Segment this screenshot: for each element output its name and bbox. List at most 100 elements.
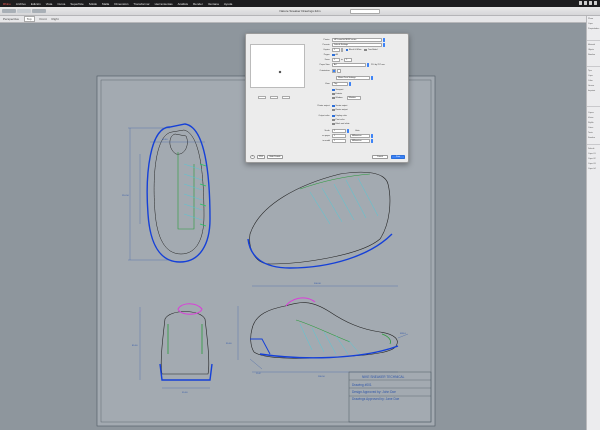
raster-output-radio[interactable] <box>332 108 335 112</box>
menu-window[interactable]: Ventana <box>208 2 219 6</box>
print-section-select[interactable]: Rhino Print Settings <box>336 76 370 80</box>
section-dropdown-icon[interactable] <box>370 76 373 80</box>
dim-heel-radius: R20.0 <box>400 333 407 335</box>
apple-menu[interactable]: Rhino <box>3 2 11 6</box>
layer-item[interactable]: Capa 02 <box>588 158 596 160</box>
tab-perspective[interactable]: Perspectiva <box>3 17 19 21</box>
menu-mesh[interactable]: Malla <box>102 2 109 6</box>
tab-front[interactable]: Front <box>40 17 47 21</box>
paper-dropdown-icon[interactable] <box>366 63 369 67</box>
panel-label[interactable]: Material <box>588 44 595 46</box>
next-page-button[interactable] <box>282 96 290 99</box>
to-input[interactable]: 1 <box>344 58 353 62</box>
extents-radio[interactable] <box>332 92 335 96</box>
panel-label[interactable]: Vistas <box>588 117 593 119</box>
scale-select[interactable]: 1 <box>332 129 346 133</box>
printer-select[interactable]: HP LaserJet M402 series <box>332 38 382 42</box>
tab-right[interactable]: Right <box>52 17 59 21</box>
paper-units-select[interactable]: Millimeters <box>350 134 370 138</box>
pages-all-radio[interactable] <box>332 53 335 57</box>
paper-units-dropdown-icon[interactable] <box>370 134 373 138</box>
hide-details-button[interactable]: Hide Details <box>267 155 283 159</box>
panel-label[interactable]: Plano <box>588 18 593 20</box>
black-white-radio[interactable] <box>332 122 335 126</box>
prev-page-button[interactable] <box>258 96 266 99</box>
panel-label[interactable]: Color <box>588 80 593 82</box>
presets-dropdown-icon[interactable] <box>382 43 385 47</box>
panel-label[interactable]: Capa <box>588 23 593 25</box>
panel-label[interactable]: Objeto <box>588 49 594 51</box>
panel-label[interactable]: Cotas <box>588 127 593 129</box>
orientation-label: Orientation: <box>319 70 330 72</box>
command-search-field[interactable] <box>350 9 380 14</box>
panel-label[interactable]: Tipo <box>588 70 592 72</box>
view-select[interactable]: Top <box>332 82 348 86</box>
raster-output-label: Raster output <box>335 109 348 111</box>
panel-label[interactable]: Propiedades <box>588 28 599 30</box>
print-button[interactable]: Print <box>391 155 405 159</box>
from-input[interactable]: 1 <box>332 58 340 62</box>
menu-view[interactable]: Vista <box>46 2 53 6</box>
panel-label[interactable]: Grosor <box>588 85 594 87</box>
panel-label[interactable]: Imprimir <box>588 90 595 92</box>
pdf-button[interactable]: PDF <box>257 155 265 159</box>
menu-help[interactable]: Ayuda <box>224 2 232 6</box>
printer-dropdown-icon[interactable] <box>382 38 385 42</box>
model-units-dropdown-icon[interactable] <box>370 139 373 143</box>
in-model-input[interactable]: 1 <box>332 139 346 143</box>
pages-row: Pages: All <box>304 53 338 57</box>
battery-icon[interactable] <box>584 1 587 5</box>
layer-item[interactable]: Default <box>588 148 594 150</box>
menu-tools[interactable]: Herramientas <box>155 2 173 6</box>
panel-label[interactable]: Sombra <box>588 137 595 139</box>
menu-solid[interactable]: Sólido <box>89 2 97 6</box>
menu-file[interactable]: Archivo <box>16 2 26 6</box>
panel-label[interactable]: Rejilla <box>588 122 593 124</box>
extents-opt-label: Extents <box>335 93 343 95</box>
menu-surface[interactable]: Superficie <box>70 2 83 6</box>
panel-label[interactable]: Texto <box>588 132 593 134</box>
panel-label[interactable]: Capas <box>588 112 594 114</box>
set-window-button[interactable]: Window <box>346 96 361 100</box>
view-dropdown-icon[interactable] <box>348 82 351 86</box>
search-icon[interactable] <box>589 1 592 5</box>
viewport-radio[interactable] <box>332 88 335 92</box>
menu-render[interactable]: Render <box>193 2 203 6</box>
control-center-icon[interactable] <box>594 1 597 5</box>
display-color-radio[interactable] <box>332 114 335 118</box>
panel-label[interactable]: Capa <box>588 75 593 77</box>
menu-dimension[interactable]: Dimensión <box>114 2 128 6</box>
scale-dropdown-icon[interactable] <box>346 129 349 133</box>
presets-select[interactable]: Default Settings <box>332 43 382 47</box>
landscape-button[interactable] <box>337 69 341 73</box>
model-units-select[interactable]: Millimeters <box>350 139 370 143</box>
bw-checkbox[interactable] <box>345 48 348 52</box>
copies-stepper[interactable] <box>340 48 343 52</box>
page-indicator <box>270 96 278 99</box>
portrait-button[interactable] <box>332 69 336 73</box>
menu-transform[interactable]: Transformar <box>133 2 149 6</box>
help-button[interactable]: ? <box>250 155 255 159</box>
layer-item[interactable]: Capa 01 <box>588 153 596 155</box>
panel-divider <box>587 66 600 67</box>
paper-size-select[interactable]: A4 <box>332 63 366 67</box>
two-sided-checkbox[interactable] <box>364 48 367 52</box>
menu-curve[interactable]: Curva <box>57 2 65 6</box>
print-color-radio[interactable] <box>332 118 335 122</box>
two-sided-label: Two-Sided <box>367 49 378 51</box>
cancel-button[interactable]: Cancel <box>372 155 388 159</box>
layer-item[interactable]: Capa 04 <box>588 168 596 170</box>
menu-analyze[interactable]: Análisis <box>178 2 188 6</box>
layer-item[interactable]: Capa 03 <box>588 163 596 165</box>
vector-output-radio[interactable] <box>332 104 335 108</box>
properties-panel: Plano Capa Propiedades Material Objeto N… <box>586 16 600 430</box>
wifi-icon[interactable] <box>579 1 582 5</box>
menu-edit[interactable]: Edición <box>31 2 41 6</box>
panel-label[interactable]: Nombre <box>588 54 595 56</box>
tab-top[interactable]: Top <box>23 16 35 22</box>
copies-input[interactable]: 1 <box>332 48 340 52</box>
title-block-design-approved: Design Approved by: John Doe <box>352 390 396 394</box>
on-paper-label: on paper <box>322 135 330 137</box>
window-radio[interactable] <box>332 96 335 100</box>
on-paper-input[interactable]: 1 <box>332 134 346 138</box>
